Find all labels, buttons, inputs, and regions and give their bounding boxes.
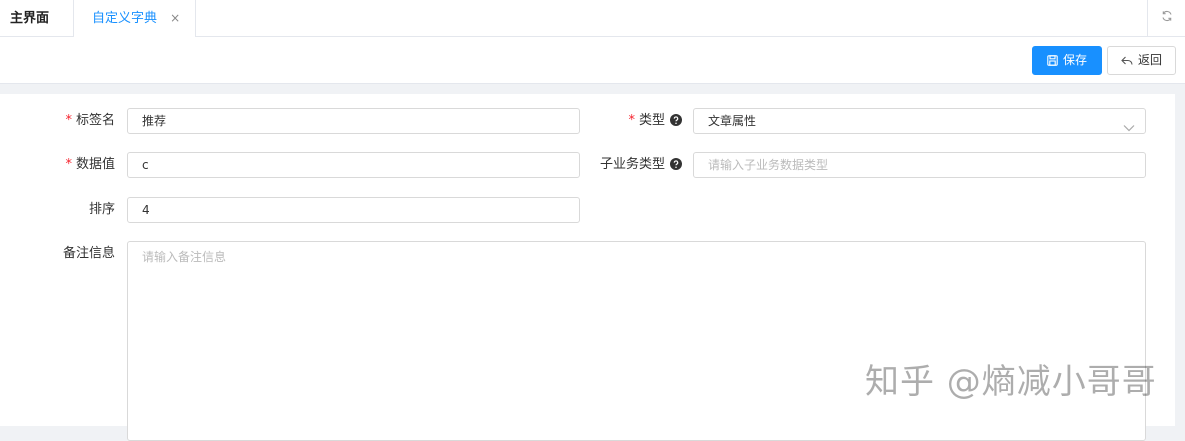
tab-bar: 主界面 自定义字典 ×: [0, 0, 1185, 37]
remark-textarea[interactable]: 请输入备注信息: [127, 241, 1146, 441]
question-circle-icon[interactable]: [670, 113, 682, 126]
type-label-text: 类型: [638, 113, 665, 128]
tag-name-label: * 标签名: [0, 108, 115, 134]
tab-home[interactable]: 主界面: [0, 0, 74, 37]
chevron-down-icon: [1123, 116, 1135, 133]
watermark: 知乎 @熵减小哥哥: [865, 362, 1157, 402]
sub-type-placeholder: 请输入子业务数据类型: [708, 158, 829, 172]
save-button[interactable]: 保存: [1032, 46, 1102, 75]
remark-label: 备注信息: [0, 241, 115, 267]
sub-type-label-text: 子业务类型: [599, 157, 665, 172]
save-button-label: 保存: [1062, 53, 1087, 67]
refresh-button[interactable]: [1147, 0, 1185, 37]
data-value-label-text: 数据值: [75, 157, 115, 172]
sort-label: 排序: [0, 197, 115, 223]
data-value-input[interactable]: c: [127, 152, 580, 178]
back-button[interactable]: 返回: [1107, 46, 1176, 75]
back-button-label: 返回: [1137, 53, 1162, 67]
close-icon[interactable]: ×: [170, 0, 180, 37]
save-icon: [1047, 55, 1058, 66]
sort-value: 4: [142, 203, 150, 217]
data-value-label: * 数据值: [0, 152, 115, 178]
type-select[interactable]: 文章属性: [693, 108, 1146, 134]
required-mark: *: [65, 113, 72, 128]
remark-placeholder: 请输入备注信息: [142, 250, 227, 264]
sort-label-text: 排序: [88, 202, 115, 217]
tag-name-value: 推荐: [142, 114, 167, 128]
tag-name-label-text: 标签名: [75, 113, 115, 128]
data-value-value: c: [142, 158, 149, 172]
tag-name-input[interactable]: 推荐: [127, 108, 580, 134]
tab-custom-dictionary[interactable]: 自定义字典 ×: [74, 0, 196, 37]
remark-label-text: 备注信息: [62, 246, 115, 261]
refresh-icon: [1161, 10, 1173, 26]
tab-custom-dictionary-label: 自定义字典: [92, 11, 158, 26]
type-label: * 类型: [590, 108, 682, 134]
reply-icon: [1121, 56, 1133, 66]
sort-input[interactable]: 4: [127, 197, 580, 223]
question-circle-icon[interactable]: [670, 157, 682, 170]
required-mark: *: [628, 113, 635, 128]
tab-home-label: 主界面: [10, 11, 50, 26]
required-mark: *: [65, 157, 72, 172]
sub-type-input[interactable]: 请输入子业务数据类型: [693, 152, 1146, 178]
sub-type-label: 子业务类型: [580, 152, 682, 178]
type-select-value: 文章属性: [708, 114, 757, 128]
toolbar: 保存 返回: [0, 37, 1185, 84]
